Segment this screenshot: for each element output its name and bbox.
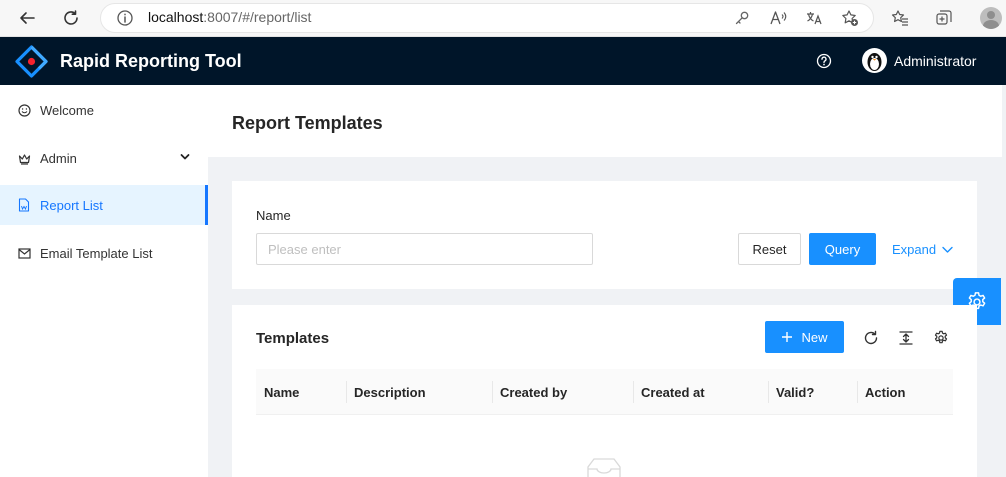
user-name[interactable]: Administrator xyxy=(894,53,976,69)
column-header-name[interactable]: Name xyxy=(256,369,346,415)
app-title: Rapid Reporting Tool xyxy=(60,51,242,71)
table-header: Name Description Created by Created at V… xyxy=(256,369,953,415)
sidebar-item-welcome[interactable]: Welcome xyxy=(0,90,208,130)
sidebar-item-admin[interactable]: Admin xyxy=(0,138,208,178)
column-height-icon[interactable] xyxy=(897,329,915,347)
penguin-icon xyxy=(867,53,882,71)
query-button[interactable]: Query xyxy=(809,233,876,265)
refresh-button[interactable] xyxy=(58,6,84,30)
chevron-down-icon xyxy=(180,154,190,160)
user-avatar[interactable] xyxy=(862,48,887,73)
url-path: :8007/#/report/list xyxy=(203,9,312,25)
smile-icon xyxy=(17,103,31,117)
new-label: New xyxy=(801,329,828,345)
collections-icon[interactable] xyxy=(934,8,954,28)
column-header-created-by[interactable]: Created by xyxy=(492,369,633,415)
refresh-icon xyxy=(64,10,78,25)
add-favorite-icon[interactable] xyxy=(840,8,860,28)
chevron-down-icon xyxy=(942,246,953,253)
templates-table-card: Templates New Name Description Created b… xyxy=(232,305,977,477)
back-button[interactable] xyxy=(14,6,40,30)
reload-icon[interactable] xyxy=(862,329,880,347)
name-field-label: Name xyxy=(256,208,291,223)
app-header: Rapid Reporting Tool Administrator xyxy=(0,37,1006,85)
column-header-valid[interactable]: Valid? xyxy=(768,369,857,415)
arrow-left-icon xyxy=(20,12,35,24)
search-form: Name Reset Query Expand xyxy=(232,181,977,289)
sidebar-item-label: Admin xyxy=(40,150,77,166)
sidebar-item-label: Report List xyxy=(40,197,103,213)
site-info-icon[interactable] xyxy=(116,9,134,30)
sidebar-item-email-template-list[interactable]: Email Template List xyxy=(0,233,208,273)
new-button[interactable]: New xyxy=(765,321,844,353)
expand-label: Expand xyxy=(892,241,937,257)
column-header-action[interactable]: Action xyxy=(857,369,953,415)
page-header: Report Templates xyxy=(208,85,1002,157)
url-host: localhost xyxy=(148,9,204,25)
setting-icon[interactable] xyxy=(932,329,950,347)
expand-button[interactable]: Expand xyxy=(892,233,956,265)
crown-icon xyxy=(17,151,31,165)
sidebar-item-label: Email Template List xyxy=(40,245,153,261)
browser-profile-icon[interactable] xyxy=(980,7,1002,29)
browser-toolbar: localhost:8007/#/report/list xyxy=(0,0,1006,37)
page-title: Report Templates xyxy=(232,113,383,133)
favorites-icon[interactable] xyxy=(890,8,910,28)
sidebar-item-label: Welcome xyxy=(40,102,94,118)
sidebar-item-report-list[interactable]: Report List xyxy=(0,185,208,225)
read-aloud-icon[interactable] xyxy=(768,8,788,28)
sidebar: Welcome Admin Report List Email Template… xyxy=(0,85,208,477)
translate-icon[interactable] xyxy=(804,8,824,28)
column-header-created-at[interactable]: Created at xyxy=(633,369,768,415)
question-icon[interactable] xyxy=(816,53,832,69)
table-title: Templates xyxy=(256,330,330,347)
logo-icon xyxy=(15,45,48,78)
plus-icon xyxy=(782,332,793,342)
key-icon[interactable] xyxy=(732,8,752,28)
empty-data-icon xyxy=(587,458,621,477)
column-header-description[interactable]: Description xyxy=(346,369,492,415)
reset-button[interactable]: Reset xyxy=(738,233,801,265)
name-input[interactable] xyxy=(256,233,593,265)
mail-icon xyxy=(17,246,31,260)
url-text[interactable]: localhost:8007/#/report/list xyxy=(148,9,311,25)
file-icon xyxy=(17,198,31,212)
